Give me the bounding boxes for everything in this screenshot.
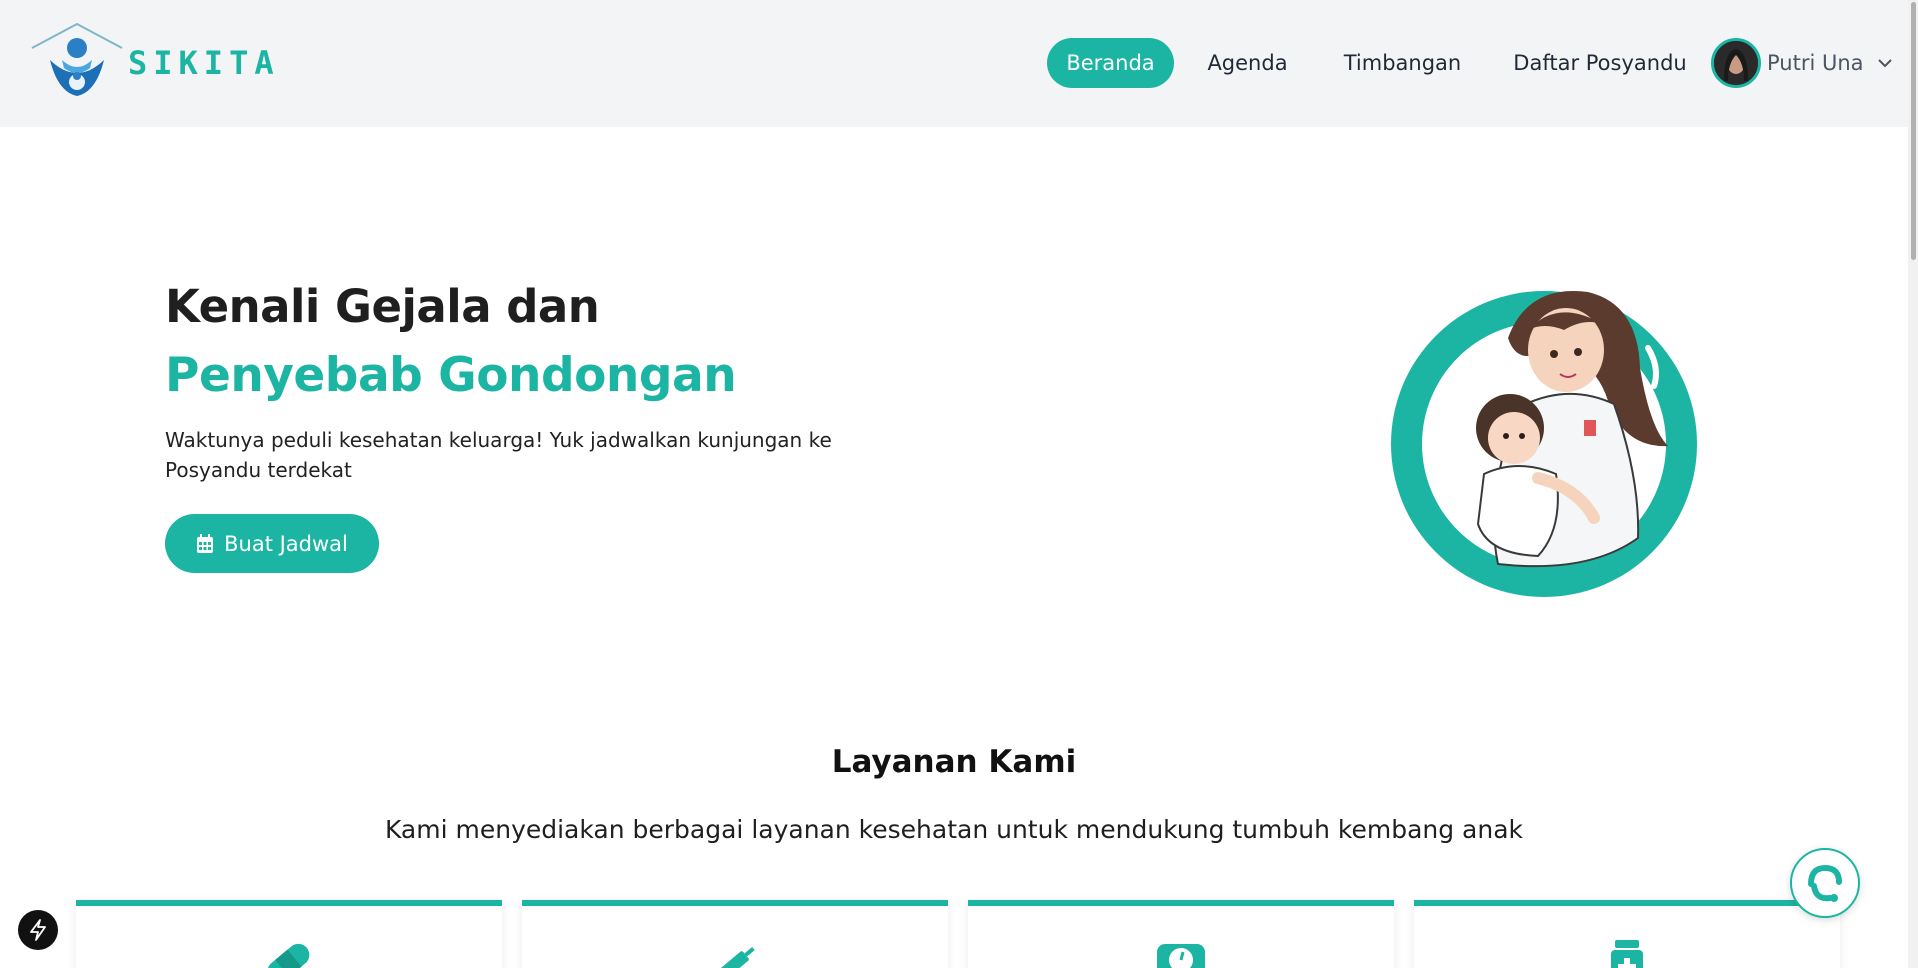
syringe-icon <box>716 947 755 968</box>
service-card-2[interactable] <box>522 900 948 968</box>
calendar-icon <box>197 533 214 553</box>
quick-action-button[interactable] <box>18 910 58 950</box>
service-card-1[interactable] <box>76 900 502 968</box>
user-menu[interactable]: Putri Una <box>1711 38 1894 88</box>
hero-description: Waktunya peduli kesehatan keluarga! Yuk … <box>165 428 832 482</box>
nav-agenda[interactable]: Agenda <box>1190 38 1305 88</box>
nav-beranda[interactable]: Beranda <box>1047 38 1174 88</box>
bandage-icon <box>267 943 310 968</box>
services-subtitle: Kami menyediakan berbagai layanan keseha… <box>384 815 1524 844</box>
hero-title-line2: Penyebab Gondongan <box>165 348 737 403</box>
nav-daftar-posyandu[interactable]: Daftar Posyandu <box>1500 38 1700 88</box>
scrollbar-thumb[interactable] <box>1911 2 1916 260</box>
nav-timbangan[interactable]: Timbangan <box>1330 38 1475 88</box>
lightning-icon <box>30 919 46 941</box>
buat-jadwal-label: Buat Jadwal <box>224 531 348 556</box>
top-navbar: SIKITA Beranda Agenda Timbangan Daftar P… <box>0 0 1908 127</box>
service-card-4[interactable] <box>1414 900 1840 968</box>
headset-icon <box>1808 864 1842 902</box>
hero-title-line1: Kenali Gejala dan <box>165 280 600 333</box>
buat-jadwal-button[interactable]: Buat Jadwal <box>165 514 379 573</box>
support-chat-button[interactable] <box>1790 848 1860 918</box>
brand-name[interactable]: SIKITA <box>128 44 280 82</box>
services-title: Layanan Kami <box>831 744 1077 780</box>
service-card-3[interactable] <box>968 900 1394 968</box>
mother-child-illustration <box>1391 290 1697 597</box>
user-name: Putri Una <box>1767 51 1864 75</box>
sikita-logo[interactable] <box>30 22 125 104</box>
weight-scale-icon <box>1157 944 1205 968</box>
avatar <box>1711 38 1761 88</box>
medicine-bottle-icon <box>1611 940 1643 968</box>
chevron-down-icon <box>1877 59 1892 68</box>
